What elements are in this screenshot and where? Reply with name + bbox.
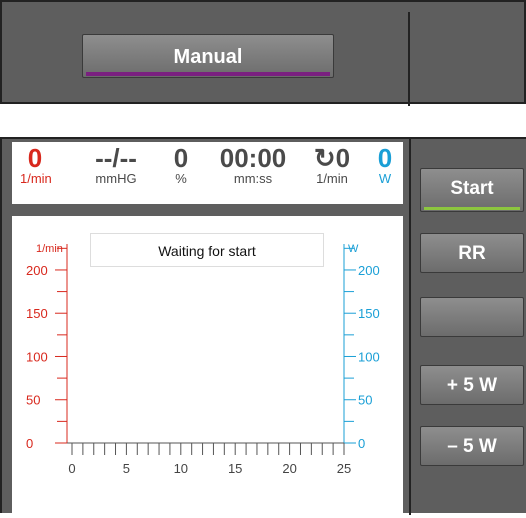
metric-cadence-value: 0 <box>335 143 351 173</box>
minus-5w-button-label: – 5 W <box>447 436 497 457</box>
metric-heart-rate-unit: 1/min <box>20 171 52 186</box>
blank-button[interactable] <box>420 297 524 337</box>
start-button-accent <box>424 207 520 210</box>
left-axis-tick-label: 200 <box>26 263 48 278</box>
left-axis-unit: 1/min <box>36 243 63 255</box>
x-axis-tick-label: 5 <box>123 461 130 476</box>
metric-percent: 0 % <box>166 144 196 186</box>
metric-blood-pressure: --/-- mmHG <box>76 144 156 186</box>
right-axis-tick-label: 100 <box>358 349 380 364</box>
metric-time-unit: mm:ss <box>233 171 273 186</box>
metrics-bar: 0 1/min --/-- mmHG 0 % 00:00 mm:ss ↻0 1/… <box>12 142 403 204</box>
right-axis-tick-label: 50 <box>358 393 372 408</box>
refresh-icon: ↻ <box>313 143 336 173</box>
right-axis-tick-label: 150 <box>358 306 380 321</box>
start-button-label: Start <box>450 178 494 199</box>
minus-5w-button[interactable]: – 5 W <box>420 426 524 466</box>
metric-percent-unit: % <box>175 171 187 186</box>
x-axis-tick-label: 0 <box>68 461 75 476</box>
x-axis-tick-label: 10 <box>174 461 188 476</box>
metric-heart-rate-value: 0 <box>27 143 43 173</box>
top-bar-divider <box>408 12 410 106</box>
left-axis-tick-label: 100 <box>26 349 48 364</box>
left-axis-tick-label: 150 <box>26 306 48 321</box>
right-axis-tick-label: 0 <box>358 436 365 451</box>
metric-percent-value: 0 <box>173 143 189 173</box>
x-axis-tick-label: 15 <box>228 461 242 476</box>
status-box: Waiting for start <box>90 233 324 267</box>
mode-button-accent <box>86 72 330 76</box>
rr-button[interactable]: RR <box>420 233 524 273</box>
left-axis-tick-label: 0 <box>26 436 33 451</box>
metric-blood-pressure-value: --/-- <box>95 143 137 173</box>
plus-5w-button-label: + 5 W <box>446 375 498 396</box>
metric-time-value: 00:00 <box>219 143 287 173</box>
plus-5w-button[interactable]: + 5 W <box>420 365 524 405</box>
metric-power: 0 W <box>373 144 397 186</box>
mode-button[interactable]: Manual <box>82 34 334 78</box>
metric-power-value: 0 <box>377 143 393 173</box>
metric-time: 00:00 mm:ss <box>208 144 298 186</box>
metric-power-unit: W <box>378 171 392 186</box>
panel-divider <box>409 139 411 515</box>
rr-button-label: RR <box>458 243 486 264</box>
right-axis-tick-label: 200 <box>358 263 380 278</box>
right-axis-unit: W <box>348 243 359 255</box>
left-axis-tick-label: 50 <box>26 393 40 408</box>
x-axis-tick-label: 20 <box>282 461 296 476</box>
metric-cadence: ↻0 1/min <box>302 144 362 186</box>
metric-heart-rate: 0 1/min <box>20 143 52 186</box>
metric-cadence-unit: 1/min <box>316 171 348 186</box>
x-axis-tick-label: 25 <box>337 461 351 476</box>
start-button[interactable]: Start <box>420 168 524 212</box>
metric-blood-pressure-unit: mmHG <box>95 171 137 186</box>
mode-button-label: Manual <box>173 46 243 68</box>
